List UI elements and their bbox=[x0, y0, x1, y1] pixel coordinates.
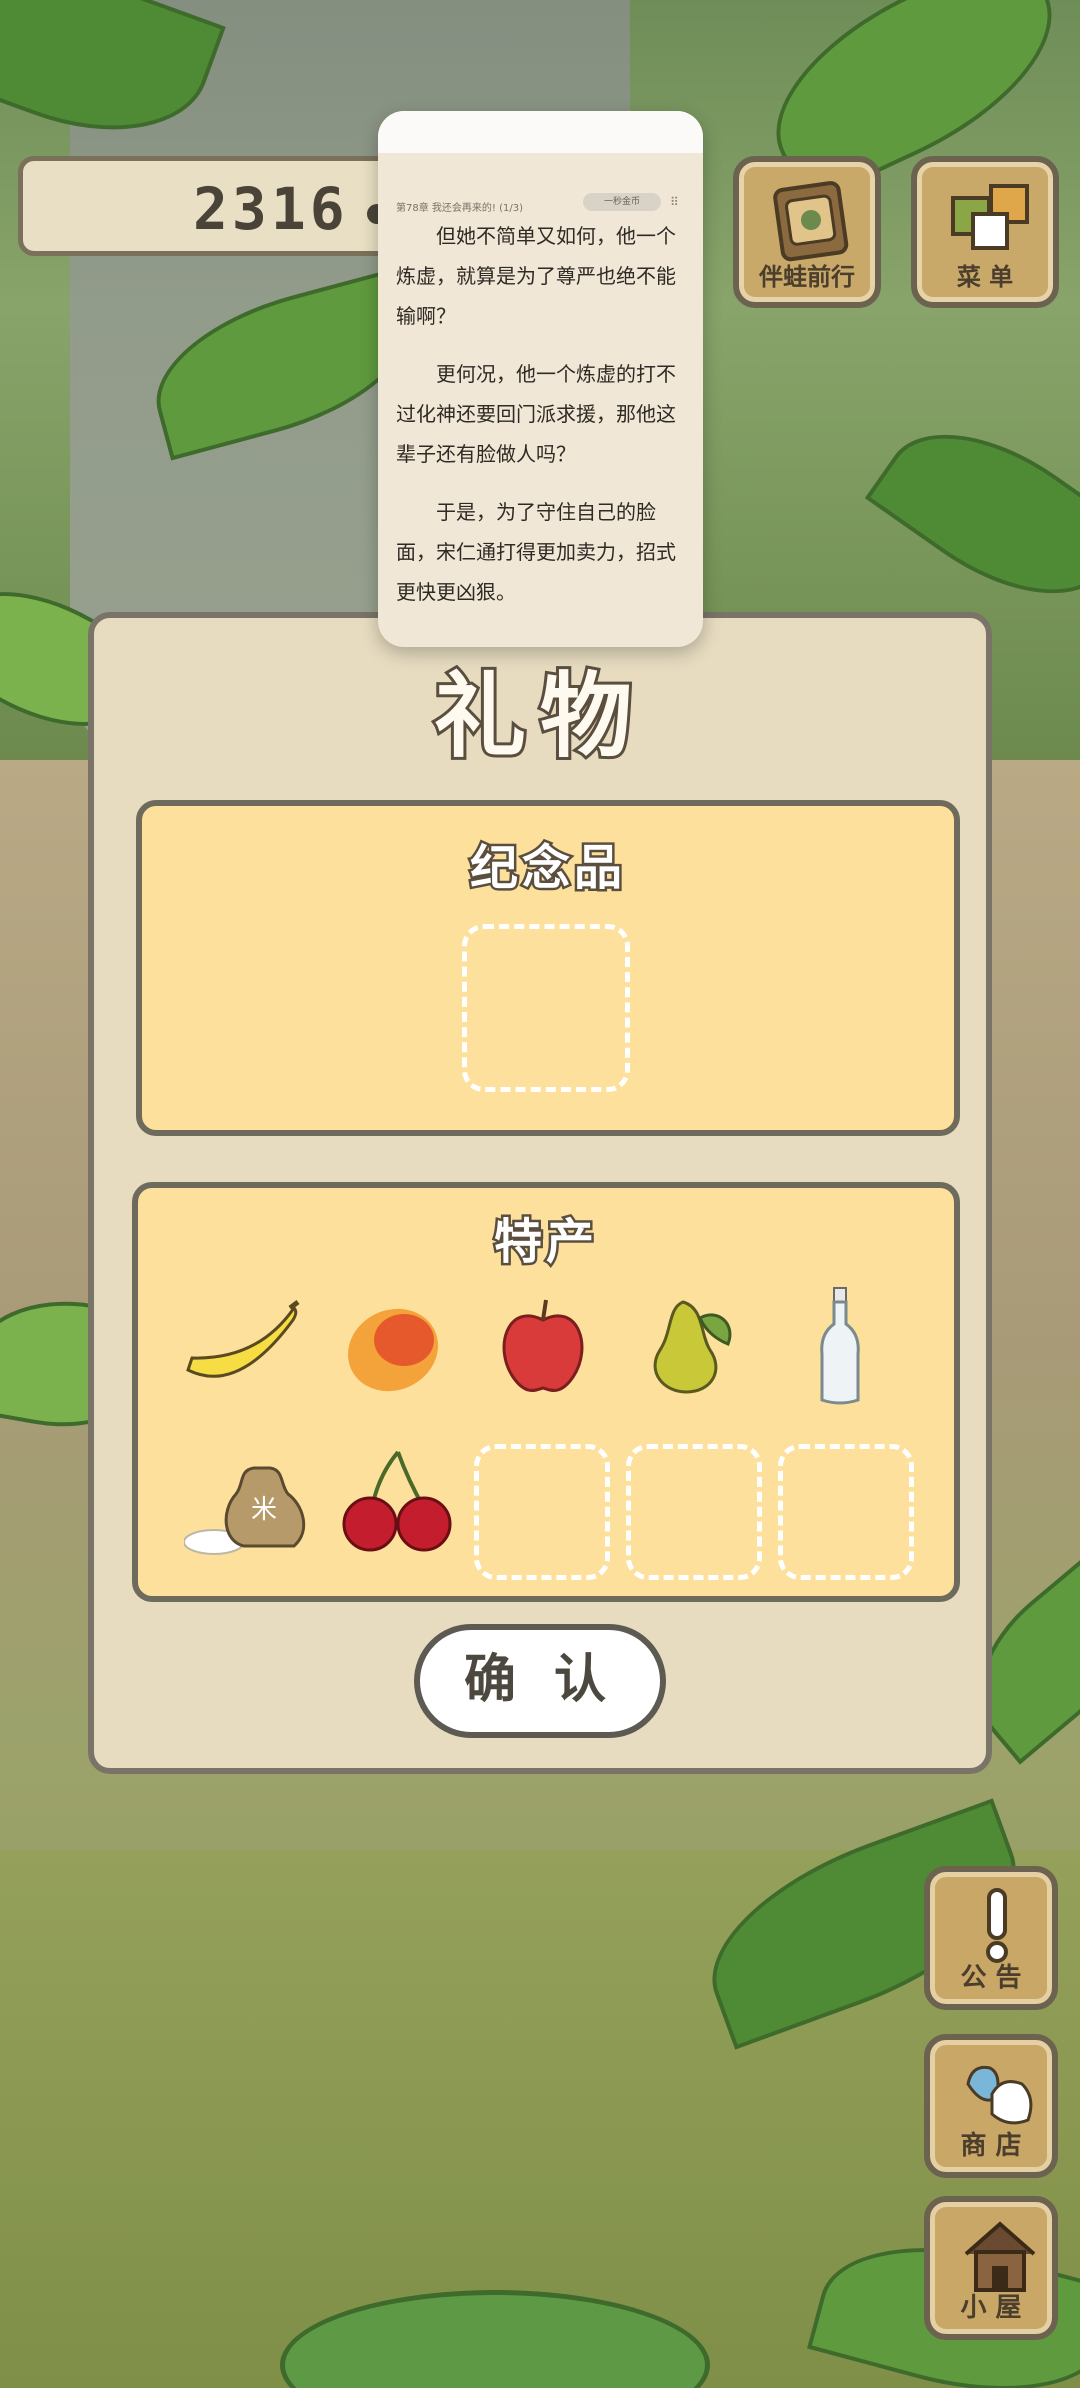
clover-count: 2316 bbox=[193, 175, 349, 243]
clover-counter: 2316 bbox=[18, 156, 418, 256]
souvenir-panel: 纪念品 bbox=[136, 800, 960, 1136]
menu-label: 菜 单 bbox=[956, 263, 1014, 291]
frog-journal-icon bbox=[773, 181, 849, 262]
house-icon bbox=[964, 2221, 1036, 2292]
gift-dialog: 礼物 纪念品 特产 米 bbox=[88, 612, 992, 1774]
shop-label: 商 店 bbox=[960, 2131, 1022, 2161]
souvenir-title: 纪念品 bbox=[467, 838, 626, 899]
reader-paragraph: 于是，为了守住自己的脸面，宋仁通打得更加卖力，招式更快更凶狠。 bbox=[396, 500, 676, 604]
cherries-icon[interactable] bbox=[338, 1446, 458, 1556]
notice-label: 公 告 bbox=[960, 1963, 1022, 1993]
banana-icon[interactable] bbox=[178, 1300, 308, 1400]
exclamation-icon bbox=[986, 1888, 1008, 1963]
travel-companion-label: 伴蛙前行 bbox=[759, 263, 855, 291]
house-button[interactable]: 小 屋 bbox=[924, 2196, 1058, 2340]
apple-icon[interactable] bbox=[488, 1292, 598, 1402]
shop-button[interactable]: 商 店 bbox=[924, 2034, 1058, 2178]
reader-text: 但她不简单又如何，他一个炼虚，就算是为了尊严也绝不能输啊？ 更何况，他一个炼虚的… bbox=[396, 216, 688, 630]
menu-button[interactable]: 菜 单 bbox=[911, 156, 1059, 308]
pear-icon[interactable] bbox=[638, 1288, 748, 1400]
travel-companion-button[interactable]: 伴蛙前行 bbox=[733, 156, 881, 308]
souvenir-slot[interactable] bbox=[462, 924, 630, 1092]
shop-bags-icon bbox=[966, 2065, 1033, 2125]
specialty-panel: 特产 米 bbox=[132, 1182, 960, 1602]
confirm-button[interactable]: 确 认 bbox=[414, 1624, 666, 1738]
house-label: 小 屋 bbox=[960, 2293, 1022, 2323]
reader-paragraph: 但她不简单又如何，他一个炼虚，就算是为了尊严也绝不能输啊？ bbox=[396, 224, 676, 328]
bottle-icon[interactable] bbox=[810, 1284, 870, 1408]
reader-top-bar bbox=[378, 111, 703, 153]
specialty-slot[interactable] bbox=[626, 1444, 762, 1580]
notice-button[interactable]: 公 告 bbox=[924, 1866, 1058, 2010]
menu-cards-icon bbox=[951, 184, 1029, 250]
specialty-slot[interactable] bbox=[778, 1444, 914, 1580]
specialty-title: 特产 bbox=[491, 1212, 598, 1273]
dialog-title: 礼物 bbox=[431, 659, 646, 773]
specialty-slot[interactable] bbox=[474, 1444, 610, 1580]
rice-bag-icon[interactable]: 米 bbox=[184, 1450, 314, 1560]
reader-more-icon[interactable]: ⠿ bbox=[670, 195, 679, 209]
svg-text:米: 米 bbox=[251, 1495, 277, 1525]
mango-icon[interactable] bbox=[338, 1300, 448, 1400]
reader-chapter: 第78章 我还会再来的! (1/3) bbox=[396, 203, 523, 214]
reader-coin-pill[interactable]: 一秒金币 bbox=[583, 193, 661, 211]
reader-overlay[interactable]: 第78章 我还会再来的! (1/3) 一秒金币 ⠿ 但她不简单又如何，他一个炼虚… bbox=[378, 111, 703, 647]
reader-paragraph: 更何况，他一个炼虚的打不过化神还要回门派求援，那他这辈子还有脸做人吗？ bbox=[396, 362, 676, 466]
